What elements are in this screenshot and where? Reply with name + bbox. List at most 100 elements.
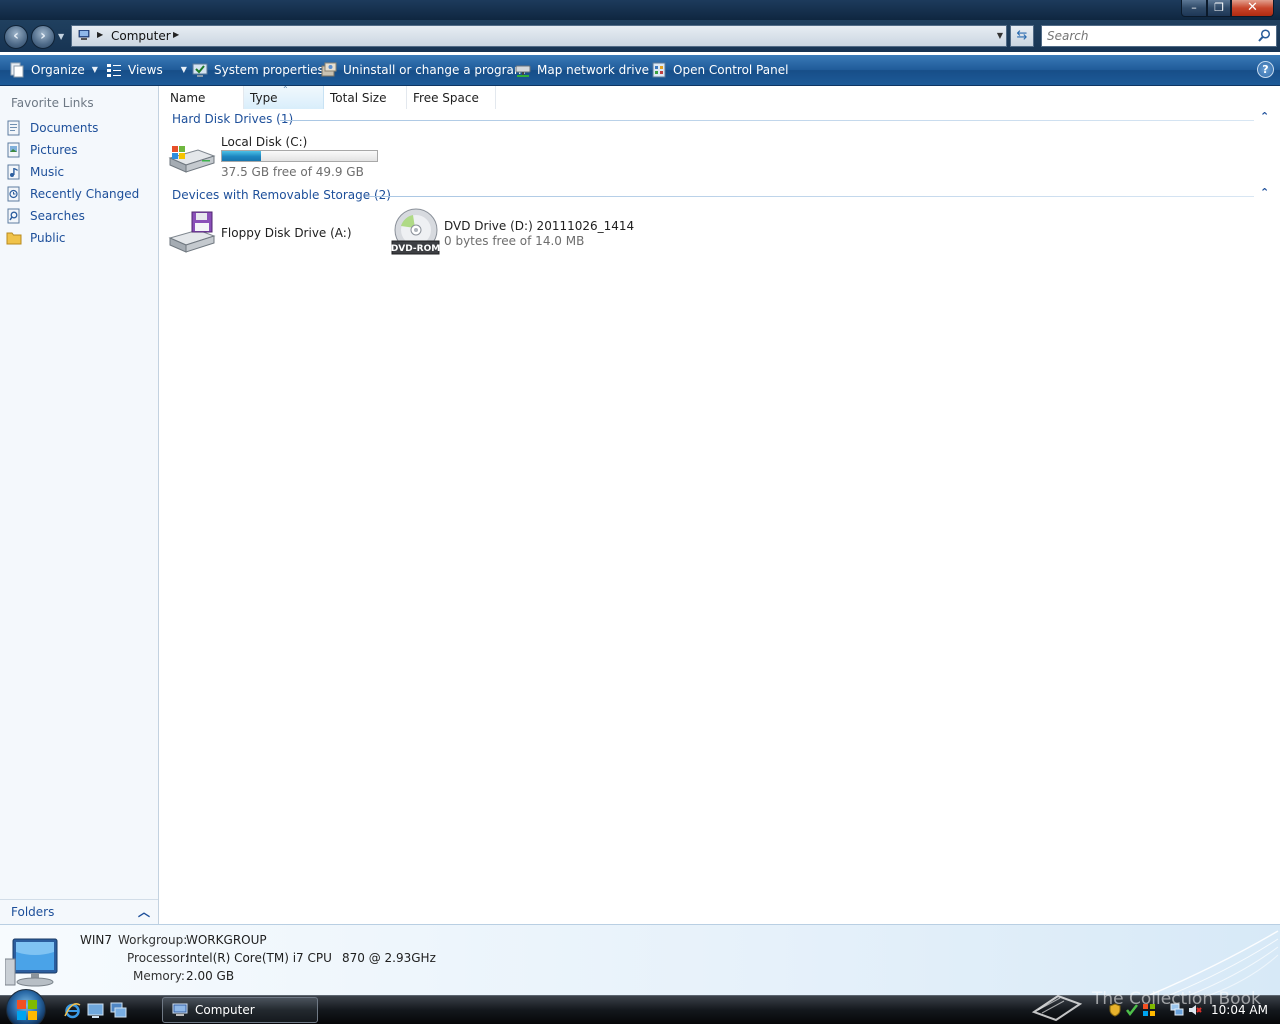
- dvd-drive-icon: DVD-ROM: [391, 208, 440, 255]
- column-header-total-size[interactable]: Total Size: [324, 86, 407, 109]
- collapse-group-icon[interactable]: ⌃: [1260, 186, 1269, 199]
- volume-muted-icon[interactable]: [1188, 1003, 1202, 1017]
- control-panel-label: Open Control Panel: [673, 62, 789, 77]
- search-input[interactable]: [1047, 29, 1247, 43]
- drive-item-dvd[interactable]: DVD-ROM DVD Drive (D:) 20111026_1414 0 b…: [391, 208, 635, 258]
- forward-button[interactable]: ›: [31, 25, 55, 49]
- favorite-link-label: Documents: [30, 121, 99, 135]
- pictures-icon: [7, 142, 20, 158]
- minimize-button[interactable]: –: [1181, 0, 1207, 17]
- processor-speed: 870 @ 2.93GHz: [342, 951, 436, 965]
- system-properties-button[interactable]: System properties: [192, 55, 324, 84]
- views-button[interactable]: Views ▼: [106, 55, 187, 84]
- column-header-name[interactable]: Name: [164, 86, 244, 109]
- title-bar: – ❐ ✕: [0, 0, 1280, 20]
- group-label: Hard Disk Drives (1): [172, 112, 294, 126]
- floppy-drive-icon: [168, 211, 216, 253]
- favorite-link-documents[interactable]: Documents: [6, 119, 98, 137]
- search-box[interactable]: [1041, 25, 1277, 47]
- restore-button[interactable]: ❐: [1207, 0, 1231, 17]
- open-control-panel-button[interactable]: Open Control Panel: [651, 55, 788, 84]
- organize-button[interactable]: Organize ▼: [9, 55, 98, 84]
- notification-area: 10:04 AM: [1108, 996, 1280, 1024]
- breadcrumb-arrow-icon[interactable]: ▶: [97, 30, 103, 39]
- group-header-removable-storage[interactable]: Devices with Removable Storage (2) ⌃: [172, 186, 1272, 204]
- computer-icon: [172, 1003, 188, 1016]
- group-header-hard-disk-drives[interactable]: Hard Disk Drives (1) ⌃: [172, 110, 1272, 128]
- refresh-button[interactable]: ⇆: [1010, 25, 1034, 47]
- switch-windows-icon[interactable]: [110, 1002, 127, 1019]
- recently-changed-icon: [7, 186, 20, 202]
- favorite-link-public[interactable]: Public: [6, 229, 66, 247]
- address-bar[interactable]: ▶ Computer ▶ ▼: [71, 25, 1007, 47]
- sort-ascending-icon: ⌃: [282, 85, 289, 94]
- disk-usage-fill: [222, 151, 261, 161]
- disk-usage-bar: [221, 150, 378, 162]
- drive-item-local-disk[interactable]: Local Disk (C:) 37.5 GB free of 49.9 GB: [168, 135, 388, 180]
- drive-name: DVD Drive (D:) 20111026_1414: [444, 219, 635, 233]
- favorite-link-recently-changed[interactable]: Recently Changed: [6, 185, 139, 203]
- drive-item-floppy[interactable]: Floppy Disk Drive (A:): [168, 210, 378, 256]
- clock[interactable]: 10:04 AM: [1211, 1003, 1268, 1017]
- network-icon[interactable]: [1170, 1003, 1184, 1017]
- breadcrumb-computer[interactable]: Computer: [111, 29, 171, 43]
- workgroup-label: Workgroup:: [118, 933, 188, 947]
- favorite-link-label: Searches: [30, 209, 85, 223]
- start-button[interactable]: [6, 989, 46, 1024]
- details-pane: WIN7 Workgroup: WORKGROUP Processor: Int…: [0, 924, 1280, 995]
- collapse-group-icon[interactable]: ⌃: [1260, 110, 1269, 123]
- folder-icon: [6, 232, 22, 245]
- close-button[interactable]: ✕: [1231, 0, 1274, 17]
- computer-icon: [5, 938, 58, 987]
- internet-explorer-icon[interactable]: [64, 1002, 81, 1019]
- taskbar-button-label: Computer: [195, 1003, 255, 1017]
- views-icon: [107, 63, 121, 77]
- folders-toggle[interactable]: Folders ︿: [0, 899, 158, 924]
- recent-pages-dropdown-icon[interactable]: ▼: [58, 32, 64, 41]
- favorite-link-pictures[interactable]: Pictures: [6, 141, 78, 159]
- file-list: Name Type ⌃ Total Size Free Space Hard D…: [160, 85, 1280, 924]
- uninstall-program-button[interactable]: Uninstall or change a program: [321, 55, 526, 84]
- map-network-drive-label: Map network drive: [537, 62, 650, 77]
- documents-icon: [7, 120, 20, 136]
- searches-icon: [7, 208, 20, 224]
- chevron-up-icon: ︿: [137, 905, 150, 919]
- hard-disk-icon: [168, 146, 216, 173]
- favorite-link-label: Recently Changed: [30, 187, 140, 201]
- drive-name: Local Disk (C:): [221, 135, 308, 149]
- taskbar-button-computer[interactable]: Computer: [162, 997, 318, 1023]
- computer-icon: [78, 30, 90, 40]
- windows-logo-icon: [17, 1000, 37, 1020]
- taskbar: Computer 10:04 AM: [0, 989, 1280, 1024]
- checkmark-icon[interactable]: [1125, 1003, 1139, 1017]
- search-icon[interactable]: [1258, 29, 1271, 42]
- back-button[interactable]: ‹: [4, 25, 28, 49]
- favorite-link-label: Music: [30, 165, 65, 179]
- drive-name: Floppy Disk Drive (A:): [221, 226, 352, 240]
- favorite-link-label: Public: [30, 231, 66, 245]
- dvd-rom-badge: DVD-ROM: [391, 244, 440, 254]
- column-header-free-space[interactable]: Free Space: [407, 86, 496, 109]
- navigation-pane: Favorite Links Documents Pictures Music …: [0, 86, 159, 924]
- show-desktop-icon[interactable]: [87, 1002, 104, 1019]
- breadcrumb-arrow-icon[interactable]: ▶: [173, 30, 179, 39]
- help-button[interactable]: ?: [1257, 61, 1274, 78]
- processor-value: Intel(R) Core(TM) i7 CPU: [186, 951, 332, 965]
- favorite-link-music[interactable]: Music: [6, 163, 64, 181]
- favorite-link-searches[interactable]: Searches: [6, 207, 85, 225]
- memory-value: 2.00 GB: [186, 969, 235, 983]
- windows-update-icon[interactable]: [1142, 1003, 1156, 1017]
- map-network-drive-button[interactable]: Map network drive: [515, 55, 649, 84]
- group-divider: [365, 196, 1254, 197]
- favorite-links-header: Favorite Links: [11, 96, 94, 110]
- programs-icon: [321, 62, 337, 76]
- memory-label: Memory:: [133, 969, 185, 983]
- system-properties-label: System properties: [214, 62, 324, 77]
- views-label: Views: [128, 62, 163, 77]
- command-bar: Organize ▼ Views ▼ System properties Uni…: [0, 55, 1280, 86]
- security-shield-icon[interactable]: [1108, 1003, 1122, 1017]
- music-icon: [7, 164, 20, 180]
- chevron-down-icon: ▼: [180, 65, 187, 74]
- address-dropdown-icon[interactable]: ▼: [997, 31, 1003, 40]
- system-properties-icon: [192, 63, 208, 77]
